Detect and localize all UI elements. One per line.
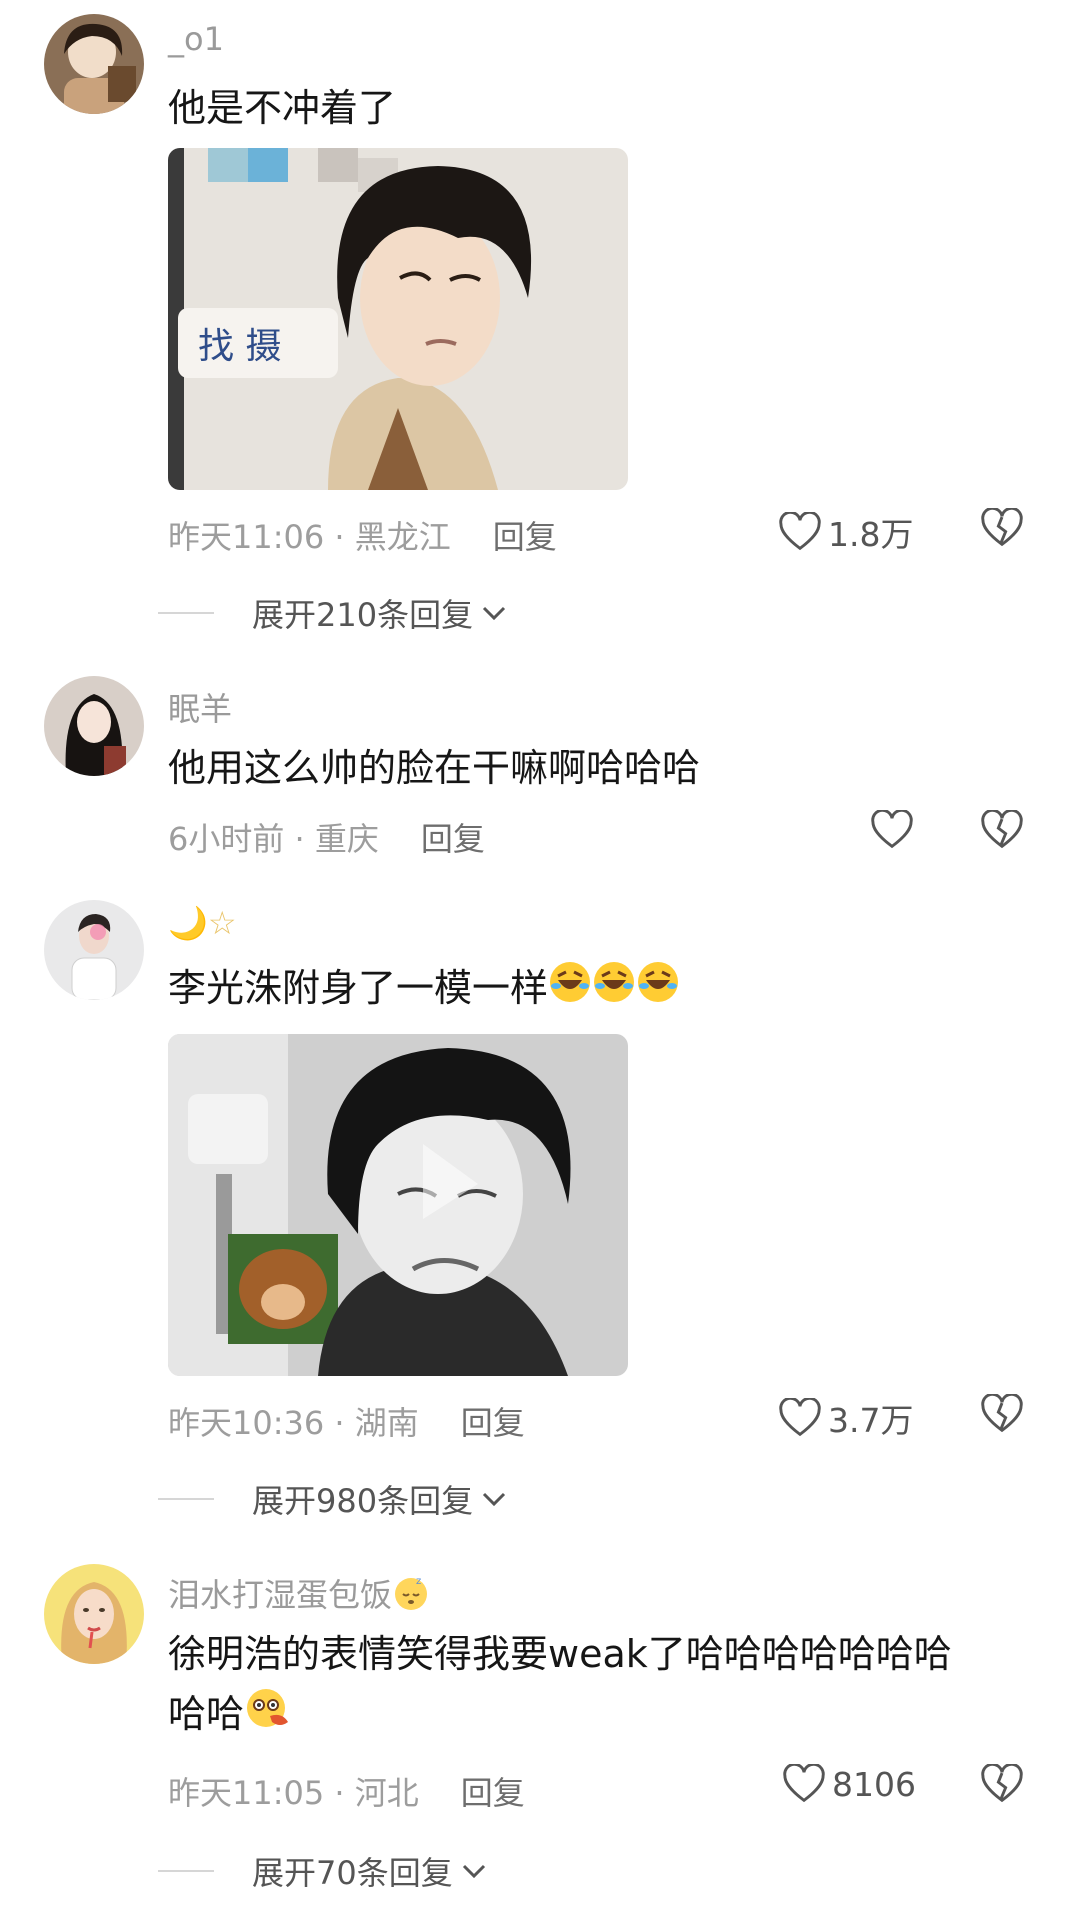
expand-replies[interactable]: 展开70条回复 (158, 1848, 489, 1894)
divider (158, 612, 214, 614)
username[interactable]: 眠羊 (168, 684, 232, 730)
comment-text-body: 李光洙附身了一模一样 (168, 966, 549, 1010)
sleeping-emoji-icon: z (392, 1574, 430, 1620)
chevron-down-icon (483, 606, 506, 621)
comment-meta: 6小时前 · 重庆 回复 (168, 814, 485, 860)
username-text: 泪水打湿蛋包饭 (168, 1576, 393, 1614)
reply-button[interactable]: 回复 (493, 518, 557, 556)
expand-label: 展开210条回复 (252, 596, 474, 634)
reply-button[interactable]: 回复 (461, 1774, 525, 1812)
expand-replies[interactable]: 展开980条回复 (158, 1476, 509, 1522)
heart-outline-icon (779, 512, 821, 551)
meta-separator: · (284, 820, 315, 858)
comment-time: 6小时前 (168, 820, 285, 858)
comment-time: 昨天10:36 (168, 1404, 325, 1442)
heart-outline-icon (871, 810, 913, 849)
comment-text-line: 徐明浩的表情笑得我要weak了哈哈哈哈哈哈哈 (168, 1632, 952, 1676)
divider (158, 1870, 214, 1872)
comment-location: 湖南 (354, 1404, 419, 1442)
avatar[interactable] (44, 1564, 144, 1664)
comment-image[interactable]: 找 摄 (168, 148, 628, 490)
comment-location: 重庆 (314, 820, 379, 858)
comment-text: 徐明浩的表情笑得我要weak了哈哈哈哈哈哈哈 哈哈 (168, 1624, 1028, 1747)
username[interactable]: 🌙☆ (168, 904, 237, 942)
like-button[interactable]: 1.8万 (778, 508, 913, 556)
dislike-button[interactable] (980, 1392, 1024, 1438)
rofl-emoji-icon (636, 960, 680, 1021)
comment-meta: 昨天11:05 · 河北 回复 (168, 1768, 525, 1814)
like-button[interactable]: 8106 (782, 1764, 916, 1804)
svg-text:z: z (416, 1576, 421, 1587)
comment-text: 他用这么帅的脸在干嘛啊哈哈哈 (168, 746, 701, 790)
meta-separator: · (324, 518, 355, 556)
avatar[interactable] (44, 900, 144, 1000)
reply-button[interactable]: 回复 (421, 820, 485, 858)
comment-time: 昨天11:06 (168, 518, 325, 556)
dislike-button[interactable] (980, 808, 1024, 854)
broken-heart-icon (981, 808, 1023, 849)
rofl-emoji-icon (592, 960, 636, 1021)
like-count: 8106 (832, 1764, 916, 1804)
comment-location: 黑龙江 (354, 518, 451, 556)
username[interactable]: 泪水打湿蛋包饭 z (168, 1570, 430, 1620)
meta-separator: · (324, 1774, 355, 1812)
username[interactable]: _o1 (168, 20, 224, 58)
svg-text:找 摄: 找 摄 (198, 326, 281, 367)
avatar[interactable] (44, 14, 144, 114)
comment-text: 他是不冲着了 (168, 86, 397, 130)
expand-label: 展开70条回复 (252, 1854, 453, 1892)
broken-heart-icon (981, 1762, 1023, 1803)
like-button[interactable]: 3.7万 (778, 1394, 913, 1442)
expand-label: 展开980条回复 (252, 1482, 474, 1520)
like-count: 3.7万 (828, 1401, 914, 1440)
broken-heart-icon (981, 1392, 1023, 1433)
expand-replies[interactable]: 展开210条回复 (158, 590, 509, 636)
chevron-down-icon (462, 1864, 485, 1879)
chevron-down-icon (483, 1492, 506, 1507)
dislike-button[interactable] (980, 1762, 1024, 1808)
heart-outline-icon (779, 1398, 821, 1437)
dislike-button[interactable] (980, 506, 1024, 552)
comment-meta: 昨天11:06 · 黑龙江 回复 (168, 512, 557, 558)
dizzy-emoji-icon (244, 1686, 292, 1747)
reply-button[interactable]: 回复 (461, 1404, 525, 1442)
heart-outline-icon (783, 1764, 825, 1803)
rofl-emoji-icon (548, 960, 592, 1021)
broken-heart-icon (981, 506, 1023, 547)
comment-text: 李光洙附身了一模一样 (168, 958, 1028, 1021)
comment-meta: 昨天10:36 · 湖南 回复 (168, 1398, 525, 1444)
like-button[interactable] (870, 810, 914, 850)
divider (158, 1498, 214, 1500)
avatar[interactable] (44, 676, 144, 776)
comment-location: 河北 (354, 1774, 419, 1812)
comment-image[interactable] (168, 1034, 628, 1376)
comment-text-tail: 哈哈 (168, 1692, 245, 1736)
like-count: 1.8万 (828, 515, 914, 554)
comment-text-line-2: 哈哈 (168, 1684, 1028, 1747)
meta-separator: · (324, 1404, 355, 1442)
comment-time: 昨天11:05 (168, 1774, 325, 1812)
